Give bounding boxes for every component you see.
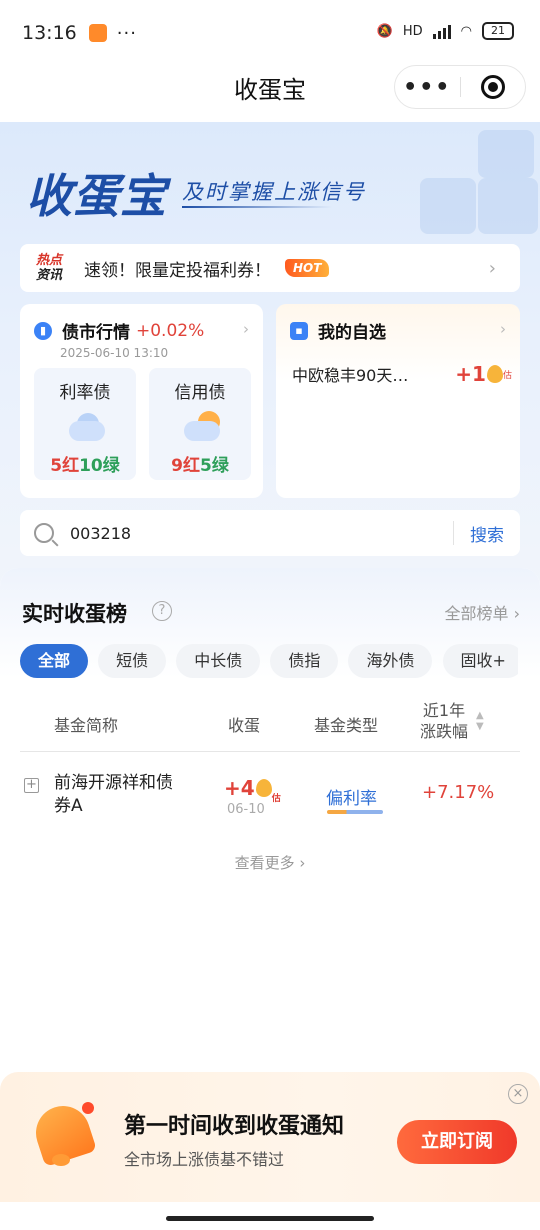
col-yearly-change-line1: 近1年 bbox=[422, 701, 466, 720]
credit-bond-tile[interactable]: 信用债 9红5绿 bbox=[149, 368, 251, 480]
favorites-title: 我的自选 bbox=[318, 323, 386, 343]
battery-icon: 21 bbox=[482, 22, 514, 40]
bond-market-title: 债市行情 bbox=[62, 323, 130, 343]
bond-market-header: ▮ 债市行情 +0.02% bbox=[34, 318, 204, 343]
see-more-link[interactable]: 查看更多 › bbox=[0, 852, 540, 873]
decor-block bbox=[478, 178, 538, 234]
all-rankings-link[interactable]: 全部榜单 › bbox=[445, 600, 521, 624]
credit-bond-green: 5绿 bbox=[200, 456, 229, 476]
fund-type: 偏利率 bbox=[326, 789, 377, 809]
bond-market-delta: +0.02% bbox=[136, 320, 205, 341]
credit-bond-label: 信用债 bbox=[174, 383, 226, 403]
fund-type-bar bbox=[327, 810, 383, 814]
slogan-underline bbox=[182, 206, 332, 208]
tab-fixed-income-plus[interactable]: 固收+ bbox=[442, 644, 518, 678]
chart-icon: ▮ bbox=[34, 321, 52, 340]
fund-egg-date: 06-10 bbox=[227, 802, 265, 817]
col-yearly-change-line2: 涨跌幅 bbox=[420, 722, 469, 741]
banner-logo-title: 收蛋宝 bbox=[26, 169, 167, 223]
mute-icon: 🔕 bbox=[376, 23, 393, 39]
bond-market-date: 2025-06-10 13:10 bbox=[60, 346, 169, 360]
col-fund-type: 基金类型 bbox=[314, 716, 379, 735]
rate-bond-red: 5红 bbox=[50, 456, 80, 476]
credit-bond-red: 9红 bbox=[171, 456, 200, 476]
bond-market-card[interactable]: ▮ 债市行情 +0.02% › 2025-06-10 13:10 利率债 5红1… bbox=[20, 304, 263, 498]
egg-icon bbox=[486, 365, 503, 383]
rate-bond-green: 10绿 bbox=[79, 456, 120, 476]
fund-egg-number: +4 bbox=[224, 776, 255, 800]
category-tabs: 全部 短债 中长债 债指 海外债 固收+ bbox=[20, 644, 518, 680]
banner-slogan: 及时掌握上涨信号 bbox=[182, 180, 366, 204]
estimate-label: 估 bbox=[502, 370, 512, 381]
close-icon[interactable]: × bbox=[508, 1084, 528, 1104]
estimate-label: 估 bbox=[271, 794, 281, 804]
expand-icon[interactable]: + bbox=[24, 778, 39, 793]
search-input[interactable] bbox=[70, 523, 430, 543]
tab-overseas-bond[interactable]: 海外债 bbox=[348, 644, 433, 678]
favorite-fund-name: 中欧稳丰90天… bbox=[292, 366, 409, 385]
status-indicators: 🔕 HD ◠ 21 bbox=[377, 22, 514, 40]
signal-icon bbox=[432, 23, 451, 39]
status-more-icon: ··· bbox=[116, 22, 137, 44]
hot-tag-top: 热点 bbox=[36, 253, 63, 268]
tab-all[interactable]: 全部 bbox=[20, 644, 89, 678]
fund-name: 前海开源祥和债券A bbox=[54, 773, 173, 816]
hot-news-bar[interactable]: 热点 资讯 速领！限量定投福利券！ HOT › bbox=[20, 244, 520, 292]
fund-yearly-change: +7.17% bbox=[422, 782, 495, 803]
hot-news-tag: 热点 资讯 bbox=[36, 253, 66, 283]
hot-news-text: 速领！限量定投福利券！ bbox=[84, 260, 271, 281]
bookmark-icon: ▪ bbox=[290, 321, 308, 340]
tab-short-bond[interactable]: 短债 bbox=[98, 644, 167, 678]
app-notification-icon bbox=[88, 24, 107, 42]
sort-icon[interactable]: ▲ ▼ bbox=[476, 710, 484, 732]
table-header: 基金简称 收蛋 基金类型 近1年 涨跌幅 ▲ ▼ bbox=[20, 696, 520, 752]
hot-badge: HOT bbox=[285, 259, 330, 277]
hot-tag-bottom: 资讯 bbox=[36, 268, 63, 283]
chevron-right-icon: › bbox=[500, 320, 506, 338]
table-row[interactable]: + 前海开源祥和债券A +4 估 06-10 偏利率 +7.17% bbox=[20, 768, 520, 828]
ranking-title: 实时收蛋榜 bbox=[22, 602, 127, 626]
more-menu-button[interactable]: ••• bbox=[395, 75, 460, 100]
status-time: 13:16 bbox=[22, 22, 77, 44]
chevron-right-icon: › bbox=[243, 320, 249, 338]
nav-bar: 收蛋宝 ••• bbox=[0, 56, 540, 122]
col-fund-name: 基金简称 bbox=[54, 716, 119, 735]
subscribe-desc: 全市场上涨债基不错过 bbox=[124, 1150, 285, 1169]
search-bar: 搜索 bbox=[20, 510, 520, 556]
rate-bond-stat: 5红10绿 bbox=[34, 451, 136, 476]
chevron-right-icon: › bbox=[488, 257, 496, 279]
bell-icon bbox=[28, 1098, 98, 1172]
favorites-header: ▪ 我的自选 bbox=[290, 318, 386, 343]
subscribe-button[interactable]: 立即订阅 bbox=[397, 1120, 517, 1164]
subscribe-title: 第一时间收到收蛋通知 bbox=[124, 1114, 345, 1139]
wifi-icon: ◠ bbox=[460, 23, 472, 39]
network-label: HD bbox=[402, 23, 423, 39]
partly-sunny-icon bbox=[178, 411, 222, 445]
home-indicator[interactable] bbox=[166, 1216, 374, 1221]
cloudy-weather-icon bbox=[63, 411, 107, 445]
credit-bond-stat: 9红5绿 bbox=[149, 451, 251, 476]
rate-bond-label: 利率债 bbox=[59, 383, 111, 403]
decor-block bbox=[478, 130, 534, 178]
egg-icon bbox=[255, 779, 272, 797]
tab-bond-index[interactable]: 债指 bbox=[270, 644, 339, 678]
close-mini-program-button[interactable] bbox=[461, 75, 526, 99]
subscribe-banner: 第一时间收到收蛋通知 全市场上涨债基不错过 立即订阅 × bbox=[0, 1072, 540, 1202]
col-yearly-change[interactable]: 近1年 涨跌幅 bbox=[420, 700, 468, 742]
favorite-egg-value: +1 bbox=[455, 362, 486, 386]
favorite-item[interactable]: 中欧稳丰90天… +1 估 bbox=[292, 362, 512, 386]
search-icon bbox=[34, 523, 54, 543]
target-icon bbox=[480, 75, 505, 99]
tab-mid-long-bond[interactable]: 中长债 bbox=[176, 644, 261, 678]
help-icon[interactable]: ? bbox=[152, 601, 172, 621]
fund-egg-value: +4 估 bbox=[224, 776, 281, 804]
rate-bond-tile[interactable]: 利率债 5红10绿 bbox=[34, 368, 136, 480]
search-button[interactable]: 搜索 bbox=[454, 521, 520, 546]
mini-program-capsule: ••• bbox=[394, 65, 526, 109]
decor-block bbox=[420, 178, 476, 234]
favorites-card[interactable]: ▪ 我的自选 › 中欧稳丰90天… +1 估 bbox=[276, 304, 520, 498]
col-egg: 收蛋 bbox=[228, 716, 261, 735]
